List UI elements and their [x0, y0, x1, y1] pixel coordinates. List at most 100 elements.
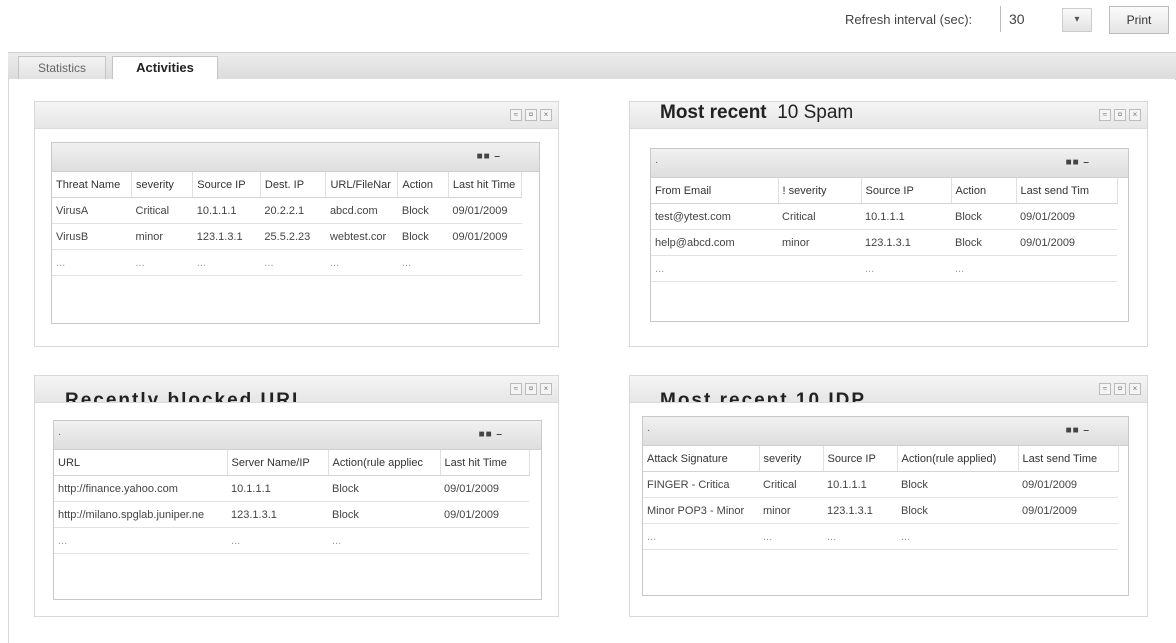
grid-controls[interactable]: ■■ – [1066, 157, 1090, 168]
column-header[interactable]: ! severity [778, 178, 862, 204]
table-row: ... ... ... ... ... ... [52, 249, 522, 276]
table-cell: Block [897, 497, 1018, 524]
table-row[interactable]: help@abcd.com minor 123.1.3.1 Block 09/0… [651, 229, 1117, 256]
column-header[interactable]: Source IP [192, 172, 261, 198]
collapse-icon[interactable]: ≈ [510, 383, 522, 395]
table-row[interactable]: VirusA Critical 10.1.1.1 20.2.2.1 abcd.c… [52, 197, 522, 224]
table-cell: webtest.cor [325, 223, 398, 250]
column-header[interactable]: Attack Signature [643, 446, 760, 472]
column-header[interactable]: Last send Time [1018, 446, 1119, 472]
table-cell: ... [651, 255, 778, 282]
column-header[interactable]: Source IP [861, 178, 952, 204]
table-cell: 09/01/2009 [1018, 497, 1118, 524]
refresh-interval-select[interactable]: 30 ▾ [1000, 6, 1096, 34]
collapse-icon[interactable]: ≈ [510, 109, 522, 121]
table-cell: ... [823, 523, 897, 550]
panel-header[interactable]: Recently blocked URL ≈ ¤ × [35, 376, 558, 403]
table-cell: Critical [131, 197, 193, 224]
grid-controls[interactable]: ■■ – [477, 151, 501, 162]
column-header[interactable]: Last hit Time [440, 450, 530, 476]
table-cell: test@ytest.com [651, 203, 778, 230]
column-header[interactable]: Action(rule appliec [328, 450, 441, 476]
table-row: ... ... ... ... [643, 523, 1118, 550]
grid-controls[interactable]: ■■ – [479, 429, 503, 440]
table-cell: http://finance.yahoo.com [54, 475, 227, 502]
table-cell: FINGER - Critica [643, 471, 759, 498]
table-row[interactable]: FINGER - Critica Critical 10.1.1.1 Block… [643, 471, 1118, 498]
table-cell [1016, 255, 1117, 282]
close-icon[interactable]: × [540, 383, 552, 395]
table-cell: Critical [759, 471, 823, 498]
table-cell: 09/01/2009 [448, 223, 522, 250]
column-header[interactable]: Action [951, 178, 1017, 204]
refresh-interval-value[interactable]: 30 [1000, 6, 1069, 32]
panel-title: Most recent 10 Spam [660, 102, 853, 124]
top-toolbar: Refresh interval (sec): 30 ▾ Print [0, 0, 1176, 48]
close-icon[interactable]: × [1129, 383, 1141, 395]
settings-icon[interactable]: ¤ [1114, 383, 1126, 395]
print-button[interactable]: Print [1109, 6, 1169, 34]
spam-table: From Email ! severity Source IP Action L… [651, 178, 1118, 282]
close-icon[interactable]: × [1129, 109, 1141, 121]
table-row[interactable]: test@ytest.com Critical 10.1.1.1 Block 0… [651, 203, 1117, 230]
table-cell: 123.1.3.1 [192, 223, 261, 250]
tab-activities[interactable]: Activities [112, 56, 218, 81]
column-header[interactable]: From Email [651, 178, 779, 204]
column-header[interactable]: Threat Name [52, 172, 132, 198]
table-cell: ... [397, 249, 449, 276]
table-cell: 123.1.3.1 [227, 501, 328, 528]
grid-toolbar: · ■■ – [643, 417, 1128, 446]
settings-icon[interactable]: ¤ [525, 109, 537, 121]
panel-header[interactable]: Most recent 10 IDP ≈ ¤ × [630, 376, 1147, 403]
column-header[interactable]: Dest. IP [260, 172, 327, 198]
settings-icon[interactable]: ¤ [525, 383, 537, 395]
table-row[interactable]: http://milano.spglab.juniper.ne 123.1.3.… [54, 501, 529, 528]
table-cell: VirusB [52, 223, 132, 250]
panel-header[interactable]: ≈ ¤ × [35, 102, 558, 129]
settings-icon[interactable]: ¤ [1114, 109, 1126, 121]
table-cell: 10.1.1.1 [861, 203, 951, 230]
table-cell: 123.1.3.1 [823, 497, 897, 524]
table-cell: minor [759, 497, 823, 524]
table-row: ... ... ... [54, 527, 529, 554]
table-cell: abcd.com [325, 197, 398, 224]
urls-table: URL Server Name/IP Action(rule appliec L… [54, 450, 530, 554]
panel-tools: ≈ ¤ × [1099, 383, 1141, 395]
table-cell: Block [951, 229, 1016, 256]
column-header[interactable]: severity [131, 172, 194, 198]
column-header[interactable]: Last send Tim [1016, 178, 1118, 204]
table-row[interactable]: Minor POP3 - Minor minor 123.1.3.1 Block… [643, 497, 1118, 524]
chevron-down-icon[interactable]: ▾ [1062, 8, 1092, 32]
panel-threats: ≈ ¤ × ■■ – Threat Name severity Source I… [34, 101, 559, 347]
column-header[interactable]: URL [54, 450, 228, 476]
panel-blocked-urls: Recently blocked URL ≈ ¤ × · ■■ – URL Se… [34, 375, 559, 617]
close-icon[interactable]: × [540, 109, 552, 121]
column-header[interactable]: severity [759, 446, 824, 472]
grid-controls[interactable]: ■■ – [1066, 425, 1090, 436]
column-header[interactable]: Source IP [823, 446, 898, 472]
table-row[interactable]: VirusB minor 123.1.3.1 25.5.2.23 webtest… [52, 223, 522, 250]
refresh-interval-label: Refresh interval (sec): [845, 12, 973, 27]
panel-tools: ≈ ¤ × [1099, 109, 1141, 121]
table-cell: ... [227, 527, 328, 554]
idp-grid: · ■■ – Attack Signature severity Source … [642, 416, 1129, 596]
column-header[interactable]: Action [397, 172, 449, 198]
collapse-icon[interactable]: ≈ [1099, 109, 1111, 121]
panel-header[interactable]: Most recent 10 Spam ≈ ¤ × [630, 102, 1147, 129]
table-cell: Block [951, 203, 1016, 230]
column-header[interactable]: Server Name/IP [227, 450, 329, 476]
collapse-icon[interactable]: ≈ [1099, 383, 1111, 395]
tab-statistics[interactable]: Statistics [18, 56, 106, 79]
table-cell: ... [52, 249, 132, 276]
table-row[interactable]: http://finance.yahoo.com 10.1.1.1 Block … [54, 475, 529, 502]
column-header[interactable]: URL/FileNar [325, 172, 399, 198]
column-header[interactable]: Last hit Time [448, 172, 523, 198]
table-row: ... ... ... [651, 255, 1117, 282]
panel-tools: ≈ ¤ × [510, 383, 552, 395]
table-cell: Minor POP3 - Minor [643, 497, 759, 524]
grid-toolbar: · ■■ – [651, 149, 1128, 178]
table-cell: ... [861, 255, 951, 282]
column-header[interactable]: Action(rule applied) [897, 446, 1019, 472]
panel-title: Recently blocked URL [65, 390, 306, 403]
panel-tools: ≈ ¤ × [510, 109, 552, 121]
